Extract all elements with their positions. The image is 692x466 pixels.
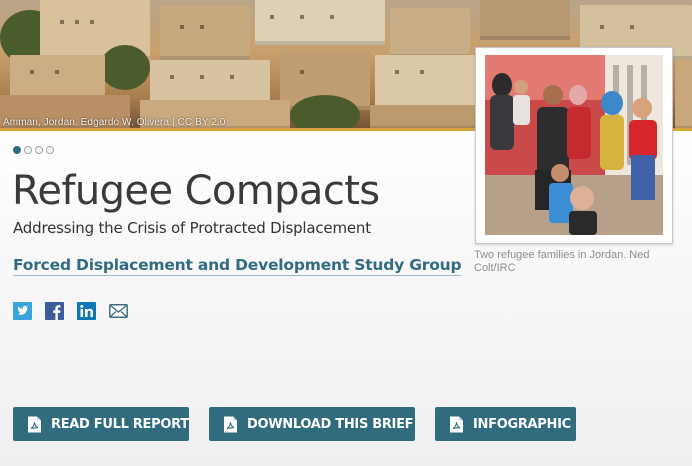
pdf-icon [28, 416, 41, 432]
page-subtitle: Addressing the Crisis of Protracted Disp… [13, 219, 371, 237]
carousel-dot-1[interactable] [13, 146, 21, 154]
study-group-link[interactable]: Forced Displacement and Development Stud… [13, 256, 462, 276]
download-brief-button[interactable]: DOWNLOAD THIS BRIEF [209, 407, 415, 441]
refugee-families-photo [485, 55, 663, 235]
carousel-dot-2[interactable] [24, 146, 32, 154]
photo-caption: Two refugee families in Jordan. Ned Colt… [474, 249, 650, 274]
read-full-report-label: READ FULL REPORT [51, 416, 189, 432]
pdf-icon [224, 416, 237, 432]
share-bar [13, 302, 128, 320]
page-title: Refugee Compacts [12, 168, 380, 214]
download-brief-label: DOWNLOAD THIS BRIEF [247, 416, 414, 432]
linkedin-icon[interactable] [77, 302, 96, 320]
twitter-icon[interactable] [13, 302, 32, 320]
pdf-icon [450, 416, 463, 432]
read-full-report-button[interactable]: READ FULL REPORT [13, 407, 189, 441]
email-icon[interactable] [109, 302, 128, 320]
facebook-icon[interactable] [45, 302, 64, 320]
carousel-dot-3[interactable] [35, 146, 43, 154]
carousel-indicator [13, 146, 54, 154]
infographic-button[interactable]: INFOGRAPHIC [435, 407, 576, 441]
carousel-dot-4[interactable] [46, 146, 54, 154]
hero-photo-credit: Amman, Jordan. Edgardo W. Olivera | CC B… [3, 117, 226, 128]
featured-photo-frame [475, 47, 673, 244]
infographic-label: INFOGRAPHIC [473, 416, 571, 432]
